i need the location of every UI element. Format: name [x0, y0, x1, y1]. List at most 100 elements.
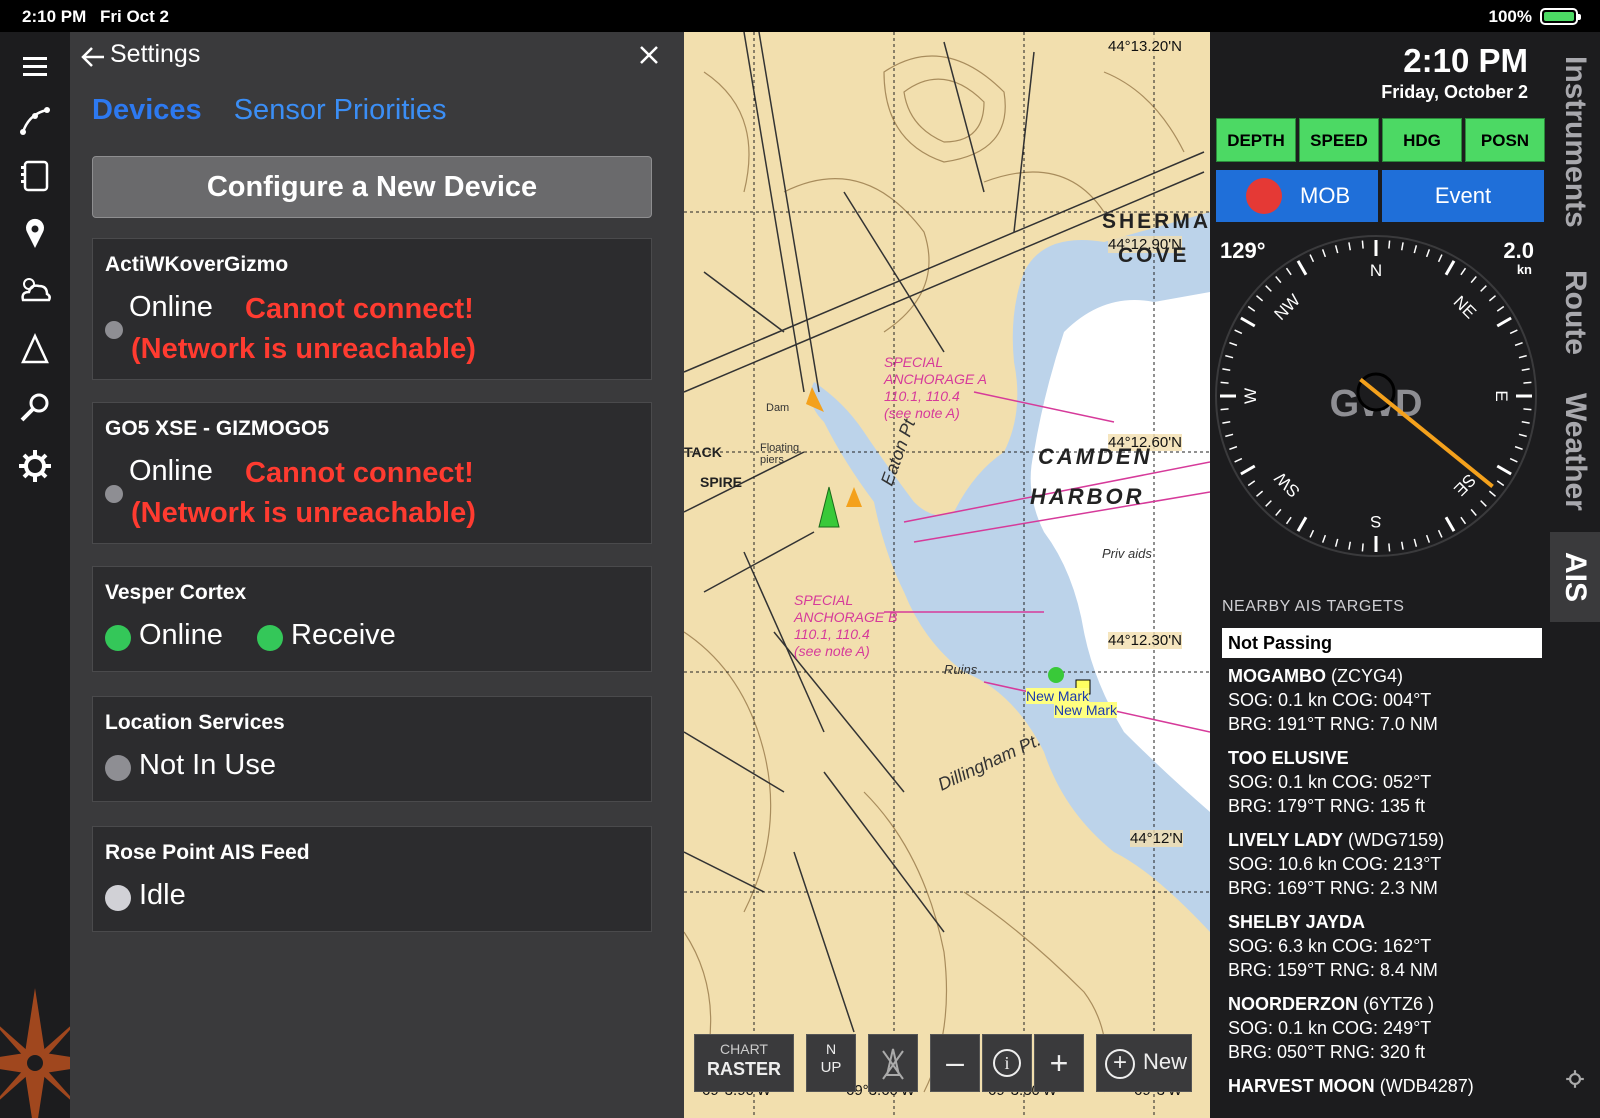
compass-tick — [1348, 541, 1352, 550]
boat-lock-button[interactable] — [868, 1034, 918, 1092]
device-error-detail: (Network is unreachable) — [131, 333, 476, 365]
ais-filter-button[interactable]: Not Passing — [1222, 628, 1542, 658]
ais-header: NEARBY AIS TARGETS — [1222, 598, 1405, 615]
device-error: Cannot connect! — [245, 293, 474, 325]
side-tab-weather[interactable]: Weather — [1550, 382, 1600, 522]
ais-target-item[interactable]: TOO ELUSIVE SOG: 0.1 kn COG: 052°T BRG: 1… — [1228, 746, 1431, 818]
device-name: Rose Point AIS Feed — [105, 841, 310, 864]
device-error-detail: (Network is unreachable) — [131, 497, 476, 529]
mob-button[interactable]: MOB — [1216, 170, 1378, 222]
hdg-button[interactable]: HDG — [1382, 118, 1462, 162]
status-bar: 2:10 PM Fri Oct 2 100% — [0, 0, 1600, 32]
tab-devices[interactable]: Devices — [92, 94, 202, 126]
compass-tick — [1321, 534, 1327, 543]
compass-tick — [1222, 368, 1231, 372]
compass-tick — [1285, 267, 1292, 276]
device-status: Online — [129, 291, 213, 323]
orientation-button[interactable]: N UP — [806, 1034, 856, 1092]
compass-tick — [1240, 464, 1256, 476]
info-button[interactable]: i — [982, 1034, 1032, 1092]
side-tab-route[interactable]: Route — [1550, 252, 1600, 372]
device-receive-status: Receive — [291, 619, 396, 651]
side-tab-instruments[interactable]: Instruments — [1550, 42, 1600, 242]
compass-tick — [1480, 500, 1487, 507]
compass-tick — [1496, 480, 1505, 487]
zoom-out-button[interactable]: – — [930, 1034, 980, 1092]
compass-tick — [1400, 541, 1404, 550]
chart-label-cove: COVE — [1118, 244, 1190, 267]
compass-tick — [1265, 500, 1272, 507]
posn-button[interactable]: POSN — [1465, 118, 1545, 162]
waypoint-new-mark[interactable]: New Mark — [1054, 702, 1118, 718]
settings-gear-icon[interactable] — [1564, 1068, 1586, 1090]
ais-target-item[interactable]: LIVELY LADY (WDG7159) SOG: 10.6 kn COG: … — [1228, 828, 1444, 900]
device-status: Not In Use — [139, 749, 276, 781]
compass-cardinal-ne: NE — [1450, 292, 1480, 322]
compass-tick — [1334, 245, 1339, 254]
ais-target-item[interactable]: HARVEST MOON (WDB4287) — [1228, 1074, 1474, 1098]
compass-gauge[interactable]: NNEESESSWWNW GWD 129° 2.0 kn — [1212, 230, 1548, 566]
route-icon[interactable] — [15, 100, 55, 140]
ais-target-item[interactable]: MOGAMBO (ZCYG4) SOG: 0.1 kn COG: 004°T BR… — [1228, 664, 1438, 736]
ais-target-item[interactable]: SHELBY JAYDA SOG: 6.3 kn COG: 162°T BRG: … — [1228, 910, 1438, 982]
new-waypoint-button[interactable]: + New — [1096, 1034, 1192, 1092]
logbook-icon[interactable] — [15, 156, 55, 196]
waypoint-icon[interactable] — [15, 214, 55, 254]
instrument-clock: 2:10 PM — [1403, 42, 1528, 79]
compass-tick — [1229, 341, 1238, 347]
compass-tick — [1225, 354, 1234, 359]
side-tab-ais[interactable]: AIS — [1550, 532, 1600, 622]
tides-icon[interactable] — [15, 330, 55, 370]
compass-tick — [1225, 433, 1234, 438]
compass-tick — [1496, 305, 1505, 312]
back-arrow-icon[interactable] — [78, 42, 108, 72]
gear-icon[interactable] — [15, 446, 55, 486]
chart-toolbar: CHART RASTER N UP – i + + New — [694, 1034, 1204, 1094]
compass-cardinal-nw: NW — [1271, 291, 1304, 324]
speed-button[interactable]: SPEED — [1299, 118, 1379, 162]
compass-tick — [1309, 254, 1315, 263]
compass-tick — [1247, 480, 1256, 487]
device-card-actiwkovergizmo[interactable]: ActiWKoverGizmo Online Cannot connect! (… — [92, 238, 652, 380]
zoom-in-button[interactable]: + — [1034, 1034, 1084, 1092]
device-card-rose-point-ais[interactable]: Rose Point AIS Feed Idle — [92, 826, 652, 932]
device-status: Online — [129, 455, 213, 487]
device-name: GO5 XSE - GIZMOGO5 — [105, 417, 330, 440]
device-card-go5xse[interactable]: GO5 XSE - GIZMOGO5 Online Cannot connect… — [92, 402, 652, 544]
chart-label-camden: CAMDEN — [1038, 444, 1153, 469]
chart-type-button[interactable]: CHART RASTER — [694, 1034, 794, 1092]
compass-tick — [1275, 508, 1282, 516]
chart-label-ruins: Ruins — [944, 662, 978, 677]
lat-label: 44°12'N — [1130, 830, 1184, 847]
depth-button[interactable]: DEPTH — [1216, 118, 1296, 162]
ais-target-item[interactable]: NOORDERZON (6YTZ6 ) SOG: 0.1 kn COG: 249… — [1228, 992, 1434, 1064]
search-icon[interactable] — [15, 388, 55, 428]
tab-sensor-priorities[interactable]: Sensor Priorities — [234, 94, 447, 126]
status-dot — [105, 485, 123, 503]
compass-tick — [1334, 538, 1339, 547]
device-error: Cannot connect! — [245, 457, 474, 489]
weather-icon[interactable] — [15, 272, 55, 312]
battery-icon — [1540, 8, 1581, 25]
close-icon[interactable] — [636, 42, 662, 68]
device-status: Online — [139, 619, 223, 651]
compass-tick — [1460, 516, 1467, 525]
compass-tick — [1470, 508, 1477, 516]
configure-new-device-button[interactable]: Configure a New Device — [92, 156, 652, 218]
settings-tabs: Devices Sensor Priorities — [92, 94, 470, 127]
compass-tick — [1496, 316, 1512, 328]
nautical-chart[interactable]: 44°13.20'N 44°12.90'N 44°12.60'N 44°12.3… — [684, 32, 1210, 1118]
chart-label-sherman: SHERMA — [1102, 210, 1210, 233]
chart-label-privaids: Priv aids — [1102, 546, 1152, 561]
compass-tick — [1247, 305, 1256, 312]
compass-cardinal-sw: SW — [1271, 468, 1304, 501]
status-dot — [105, 321, 123, 339]
device-name: ActiWKoverGizmo — [105, 253, 289, 276]
compass-tick — [1296, 516, 1308, 532]
device-card-location-services[interactable]: Location Services Not In Use — [92, 696, 652, 802]
compass-tick — [1265, 285, 1272, 292]
device-card-vesper-cortex[interactable]: Vesper Cortex Online Receive — [92, 566, 652, 672]
compass-tick — [1437, 254, 1443, 263]
menu-icon[interactable] — [15, 46, 55, 86]
event-button[interactable]: Event — [1382, 170, 1544, 222]
